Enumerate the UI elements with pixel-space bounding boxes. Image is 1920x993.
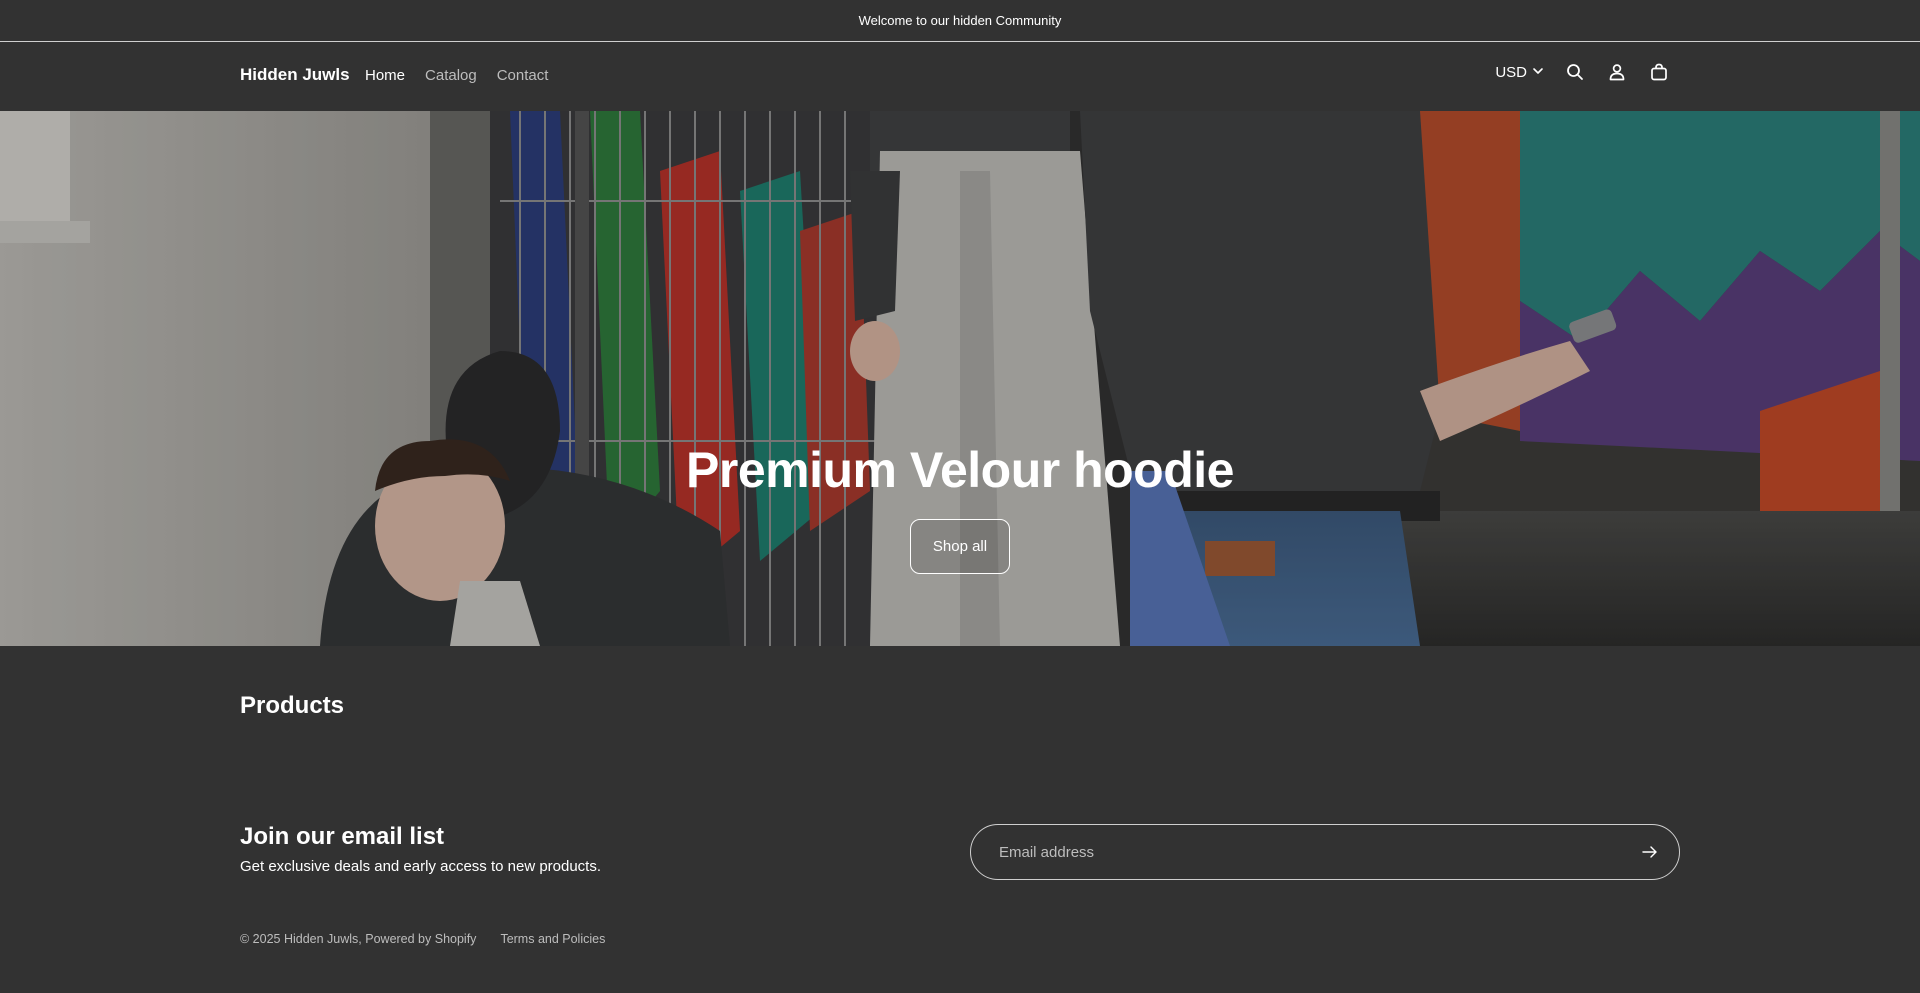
chevron-down-icon [1532,64,1544,81]
header-tools: USD [1495,61,1670,83]
hero-title: Premium Velour hoodie [686,442,1234,498]
shop-all-button[interactable]: Shop all [910,519,1010,574]
arrow-right-icon[interactable] [1639,841,1661,863]
products-heading: Products [240,692,345,719]
announcement-bar: Welcome to our hidden Community [0,0,1920,42]
newsletter-subtitle: Get exclusive deals and early access to … [240,858,602,875]
newsletter-heading: Join our email list [240,823,445,850]
search-icon[interactable] [1564,61,1586,83]
hero-banner: Premium Velour hoodie Shop all [0,111,1920,646]
nav-item-catalog[interactable]: Catalog [425,67,477,84]
account-icon[interactable] [1606,61,1628,83]
email-signup-form [970,824,1680,880]
brand-logo-link[interactable]: Hidden Juwls [240,65,350,85]
site-footer: © 2025 Hidden Juwls, Powered by Shopify … [240,932,605,946]
announcement-text: Welcome to our hidden Community [858,13,1062,28]
terms-policies-link[interactable]: Terms and Policies [500,932,605,946]
currency-selector[interactable]: USD [1495,64,1544,81]
copyright-text: © 2025 Hidden Juwls, Powered by Shopify [240,932,477,946]
nav-item-contact[interactable]: Contact [497,67,549,84]
site-header: Hidden Juwls Home Catalog Contact USD [0,43,1920,111]
main-nav: Home Catalog Contact [365,67,548,84]
currency-label: USD [1495,63,1527,81]
email-field[interactable] [999,825,1599,879]
nav-item-home[interactable]: Home [365,67,405,84]
cart-icon[interactable] [1648,61,1670,83]
